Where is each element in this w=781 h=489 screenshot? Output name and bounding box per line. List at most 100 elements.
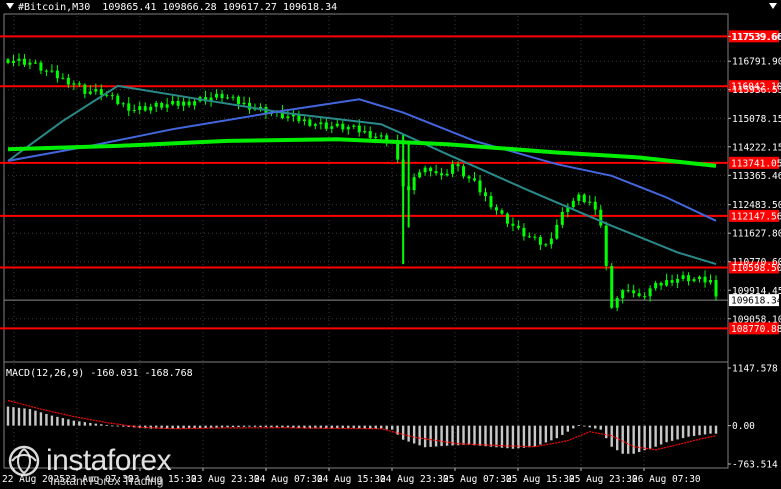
price-tick-label: 113365.46 [732, 171, 781, 182]
candle-body [39, 62, 43, 71]
candle-body [346, 126, 350, 130]
candle-body [687, 275, 691, 282]
macd-bar [637, 425, 641, 453]
macd-bar [72, 420, 76, 426]
candle-body [330, 126, 334, 129]
macd-bar [648, 425, 652, 449]
price-tick-label: 111627.80 [732, 229, 781, 240]
candle-body [511, 223, 515, 226]
macd-bar [418, 425, 421, 446]
price-tick-label: 112483.50 [732, 200, 781, 211]
candle-body [33, 62, 37, 64]
candle-body [99, 89, 103, 95]
macd-header: MACD(12,26,9) -160.031 -168.768 [6, 368, 193, 379]
candle-body [516, 225, 520, 228]
macd-bar [237, 425, 240, 427]
macd-bar [484, 425, 487, 447]
macd-bar [220, 425, 224, 428]
price-tick-label: 115936.53 [732, 85, 781, 96]
candle-body [55, 70, 59, 79]
chart-window: 117539.66 116042.10 113741.05 112147.56 1105… [0, 0, 781, 489]
candle-body [483, 192, 487, 197]
candle-body [593, 201, 597, 210]
grid [3, 13, 729, 469]
macd-bar [632, 425, 635, 454]
time-tick-label: 26 Aug 07:30 [632, 474, 701, 485]
panel-menu-icon[interactable] [769, 3, 777, 9]
macd-bar [111, 425, 114, 427]
macd-bar [105, 424, 108, 426]
high-value: 109866.28 [162, 2, 217, 13]
macd-bar [412, 425, 416, 444]
candle-body [714, 280, 718, 297]
candle-body [143, 106, 147, 111]
candle-body [302, 119, 306, 122]
candle-body [215, 93, 219, 98]
candle-body [368, 131, 372, 138]
macd-bar [533, 425, 537, 447]
candle-body [582, 194, 586, 203]
macd-bar [209, 425, 213, 428]
macd-bar [539, 425, 542, 445]
candle-body [665, 280, 669, 286]
candle-body [599, 209, 603, 226]
macd-bar [61, 418, 65, 426]
macd-bar [253, 425, 257, 427]
candle-body [357, 125, 361, 133]
time-tick-label: 25 Aug 07:30 [443, 474, 512, 485]
candle-body [659, 282, 663, 286]
price-chart[interactable]: 117539.66116042.10113741.05112147.561105… [0, 0, 781, 489]
macd-bar [478, 425, 482, 446]
candle-body [467, 176, 471, 179]
macd-bar [23, 408, 26, 426]
candle-body [626, 290, 630, 292]
macd-bar [462, 425, 465, 445]
candle-body [6, 59, 10, 63]
price-axis: 117539.66 116791.90 115936.53 115078.15 1142… [728, 32, 781, 325]
macd-bar [626, 425, 630, 454]
macd-bar [687, 425, 690, 437]
macd-bar [599, 425, 602, 430]
candles [6, 53, 718, 312]
macd-bar [489, 425, 493, 447]
macd-bar [670, 425, 674, 441]
price-tick-label: 109058.10 [732, 314, 781, 325]
price-tick-label: 116791.90 [732, 57, 781, 68]
macd-bar [83, 422, 87, 426]
candle-body [50, 70, 54, 72]
candle-body [237, 96, 241, 105]
macd-bar [522, 425, 526, 448]
horizontal-levels: 117539.66116042.10113741.05112147.561105… [0, 30, 781, 335]
macd-bar [264, 425, 268, 428]
candle-body [681, 275, 685, 279]
time-tick-label: 23 Aug 23:30 [191, 474, 260, 485]
macd-tick-label: 0.00 [732, 421, 755, 432]
macd-label: MACD(12,26,9) [6, 368, 85, 379]
logo-tagline: Instant Forex Trading [50, 474, 164, 488]
candle-body [110, 95, 114, 97]
macd-bar [610, 425, 613, 447]
price-tick-label: 115078.15 [732, 114, 781, 125]
candle-body [116, 95, 120, 105]
macd-bar [495, 425, 498, 448]
candle-body [412, 177, 416, 191]
candle-body [621, 290, 625, 299]
candle-body [604, 225, 608, 266]
candle-body [692, 279, 696, 282]
macd-bar [17, 407, 21, 426]
candle-body [500, 210, 504, 214]
chart-header: #Bitcoin,M30 109865.41 109866.28 109617.… [6, 2, 337, 13]
candle-body [445, 173, 449, 176]
macd-bar [440, 425, 443, 447]
macd-bar [100, 424, 103, 426]
macd-bar [506, 425, 509, 449]
candle-body [670, 280, 674, 283]
macd-bar [50, 415, 54, 426]
macd-bar [67, 419, 70, 426]
time-tick-label: 25 Aug 23:30 [569, 474, 638, 485]
macd-bar [714, 425, 718, 434]
collapse-triangle-icon[interactable] [6, 3, 14, 9]
candle-body [17, 58, 21, 61]
candle-body [61, 77, 65, 79]
moving-average-line [7, 98, 717, 222]
